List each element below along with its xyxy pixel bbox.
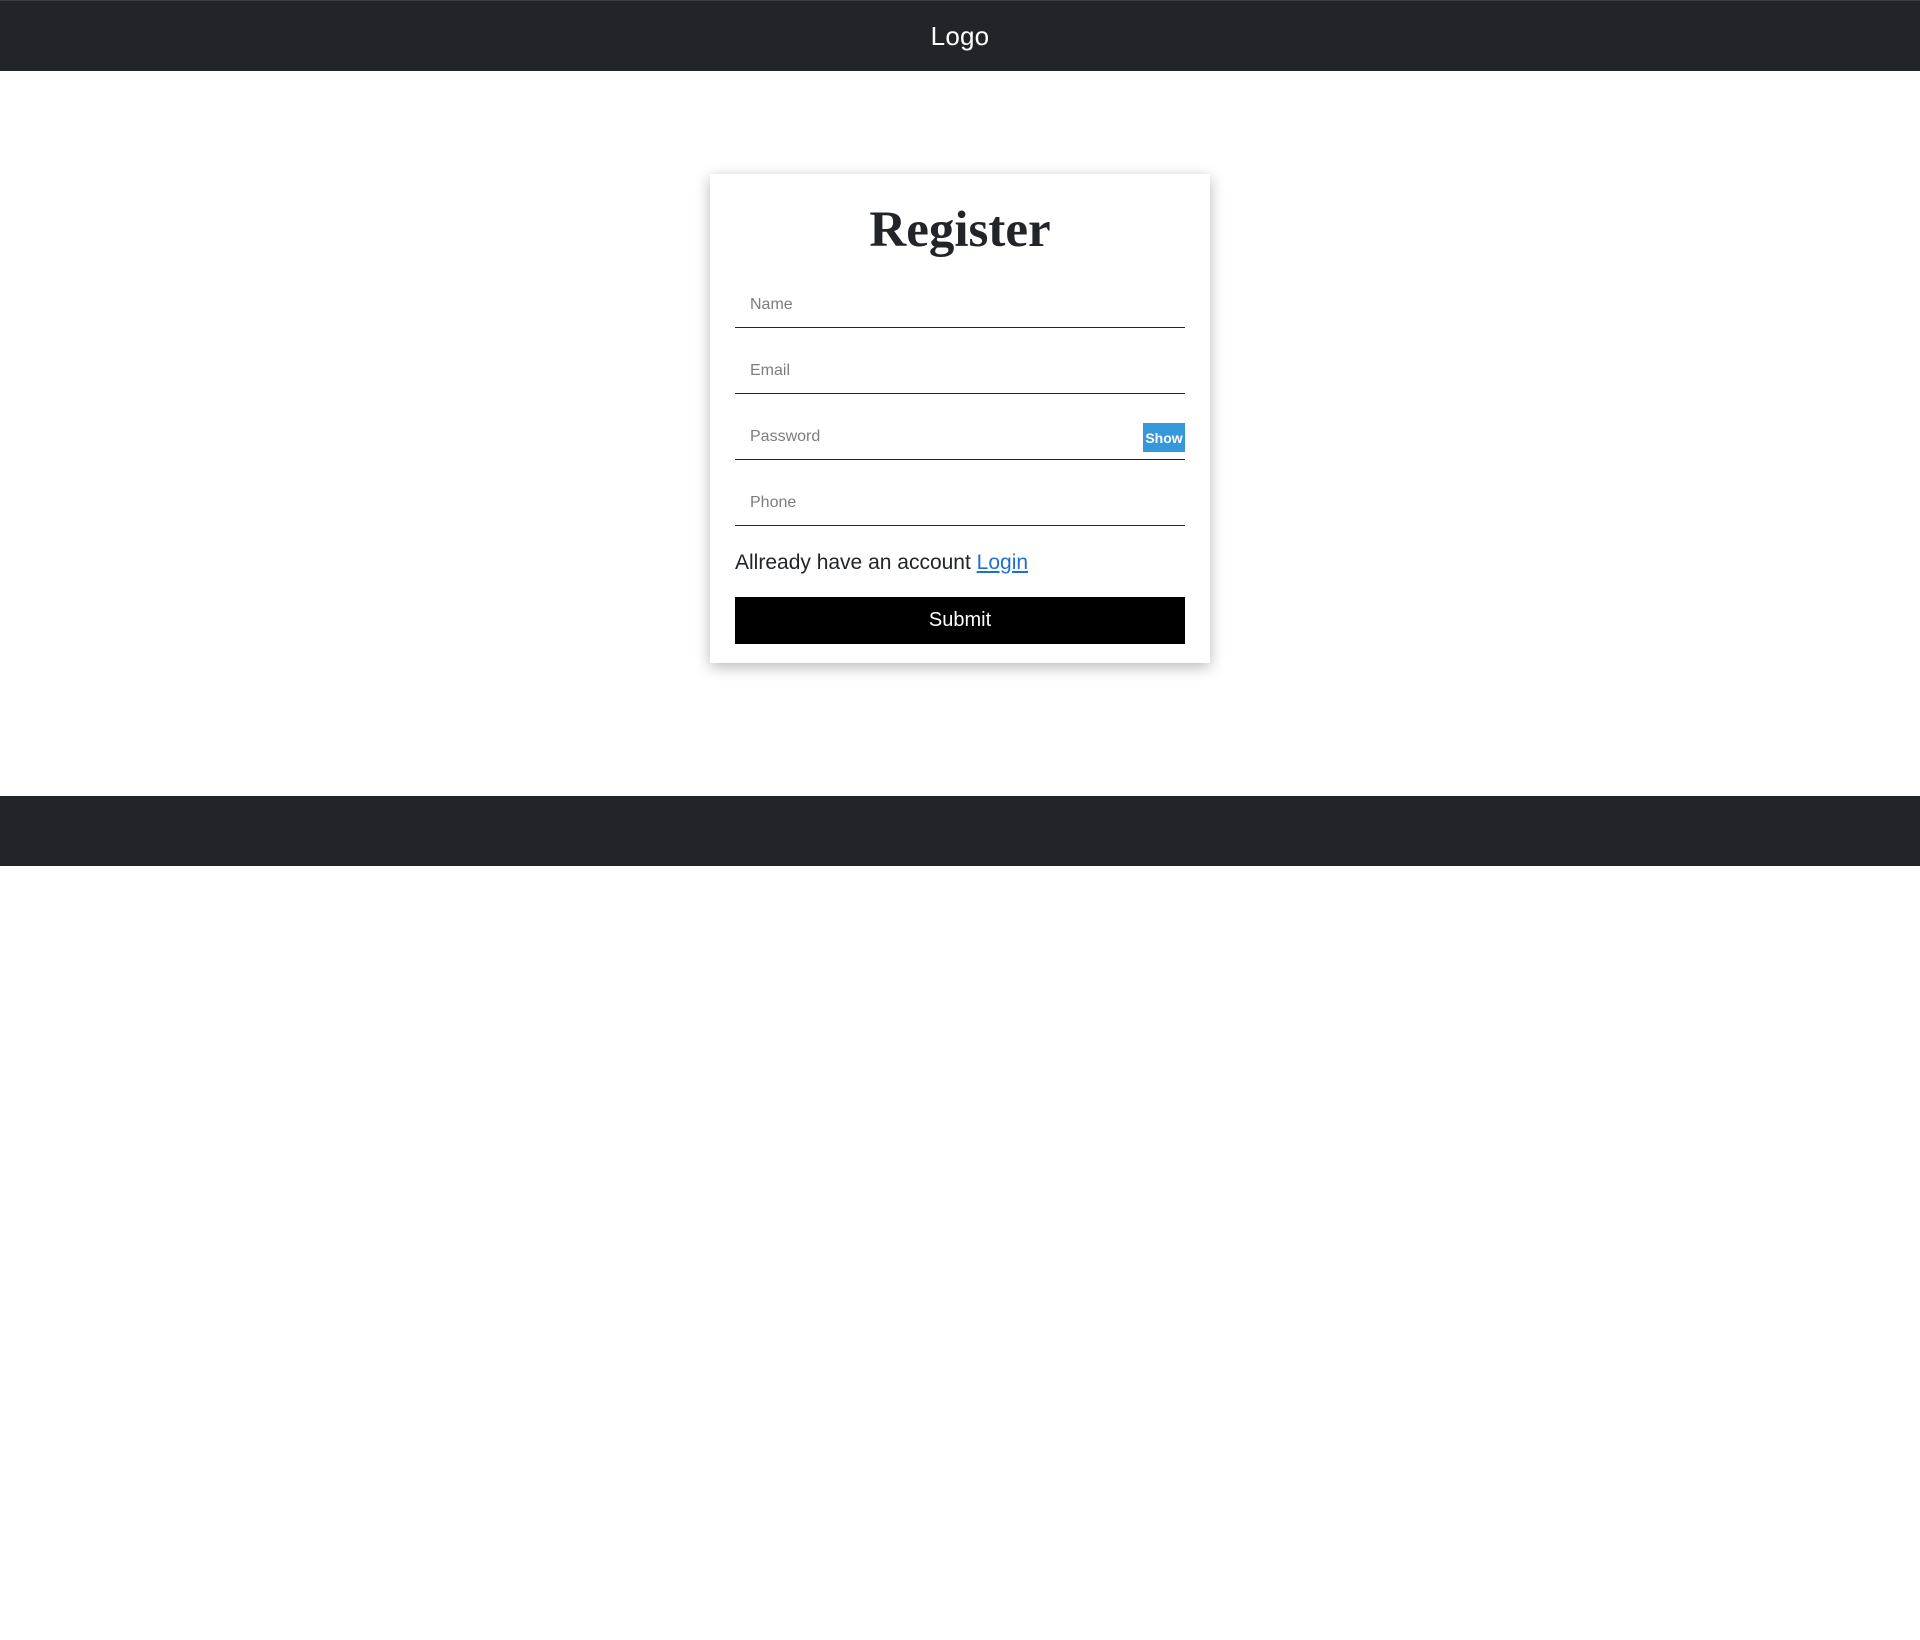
email-field-wrapper xyxy=(735,328,1185,394)
submit-button[interactable]: Submit xyxy=(735,597,1185,644)
page-title: Register xyxy=(869,202,1051,258)
footer: Dharam © 2024, Inc xyxy=(0,796,1920,1639)
register-card: Register Show Allready have an account L… xyxy=(710,174,1210,663)
twitter-icon[interactable] xyxy=(1671,1616,1693,1638)
account-prompt-text: Allready have an account xyxy=(735,551,971,574)
password-field[interactable] xyxy=(735,414,1185,460)
logo[interactable]: Logo xyxy=(931,21,990,52)
navbar: Logo xyxy=(0,0,1920,71)
login-link[interactable]: Login xyxy=(977,551,1028,574)
name-field[interactable] xyxy=(735,282,1185,328)
facebook-icon[interactable] xyxy=(1711,1616,1733,1638)
phone-field[interactable] xyxy=(735,480,1185,526)
account-prompt: Allready have an account Login xyxy=(735,548,1185,578)
social-links xyxy=(1671,1616,1773,1638)
name-field-wrapper xyxy=(735,260,1185,328)
phone-field-wrapper xyxy=(735,460,1185,526)
email-field[interactable] xyxy=(735,348,1185,394)
show-password-button[interactable]: Show xyxy=(1143,423,1185,452)
instagram-icon[interactable] xyxy=(1751,1616,1773,1638)
password-field-wrapper: Show xyxy=(735,394,1185,460)
copyright-text: Dharam © 2024, Inc xyxy=(198,1617,378,1639)
